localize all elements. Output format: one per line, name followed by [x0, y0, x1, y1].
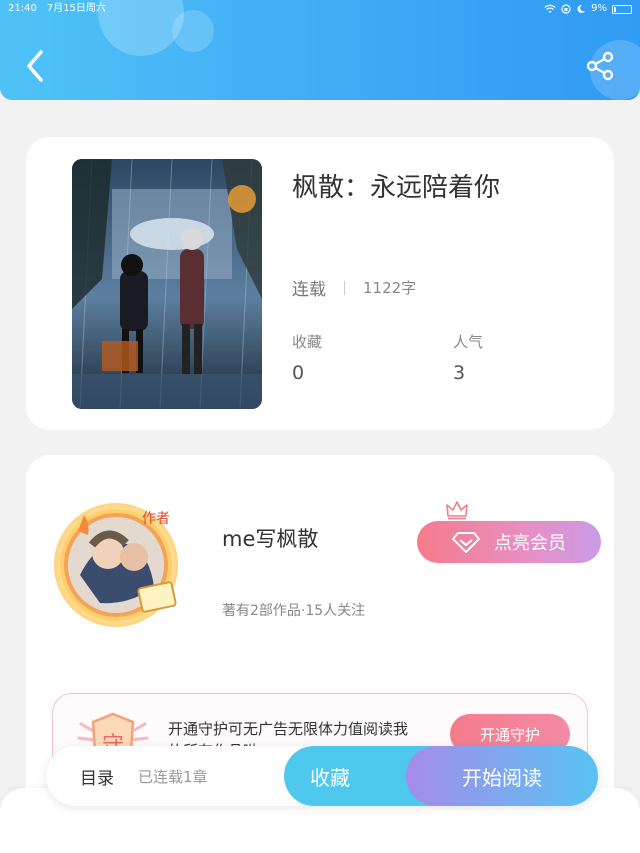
start-reading-button[interactable]: 开始阅读	[406, 746, 598, 806]
back-arrow-icon	[27, 50, 43, 82]
word-count: 1122字	[363, 279, 417, 297]
divider	[344, 280, 345, 295]
book-meta: 连载 1122字	[292, 275, 416, 300]
vip-button-label: 点亮会员	[494, 533, 566, 554]
crown-icon	[446, 501, 468, 520]
cover-illustration	[72, 159, 262, 409]
moon-icon	[577, 4, 586, 13]
status-bar: 21:40 7月15日周六 9%	[0, 0, 640, 18]
share-button[interactable]	[580, 46, 620, 86]
book-title: 枫散：永远陪着你	[292, 173, 501, 203]
wifi-icon	[544, 4, 556, 13]
serial-status: 连载	[292, 280, 326, 300]
diamond-icon	[452, 532, 480, 553]
status-icons: 9%	[544, 0, 632, 18]
status-date: 7月15日周六	[46, 3, 106, 14]
lock-rotation-icon	[561, 4, 571, 14]
avatar-illustration: 作者	[54, 503, 178, 627]
share-icon	[586, 51, 614, 81]
bottom-action-bar: 目录 已连载1章 收藏 开始阅读	[46, 746, 598, 806]
book-cover-image[interactable]	[72, 159, 262, 409]
author-info: 著有2部作品·15人关注	[222, 603, 366, 619]
book-info-card: 枫散：永远陪着你 连载 1122字 收藏 0 人气 3	[26, 137, 614, 430]
author-badge: 作者	[142, 511, 170, 527]
popularity-label: 人气	[453, 333, 484, 351]
battery-icon	[612, 4, 632, 14]
favorites-value: 0	[292, 362, 305, 384]
battery-percent: 9%	[591, 3, 607, 14]
favorites-stat: 收藏 0	[292, 331, 322, 384]
chapter-status: 已连载1章	[138, 767, 208, 786]
favorites-label: 收藏	[292, 333, 323, 351]
back-button[interactable]	[18, 46, 52, 86]
top-header: 21:40 7月15日周六 9%	[0, 0, 640, 100]
author-name[interactable]: me写枫散	[222, 523, 318, 553]
popularity-value: 3	[453, 362, 466, 384]
popularity-stat: 人气 3	[453, 331, 483, 384]
activate-vip-button[interactable]: 点亮会员	[417, 521, 601, 563]
status-time: 21:40	[8, 3, 37, 14]
table-of-contents-button[interactable]: 目录	[80, 746, 114, 806]
author-avatar[interactable]: 作者	[50, 495, 186, 631]
